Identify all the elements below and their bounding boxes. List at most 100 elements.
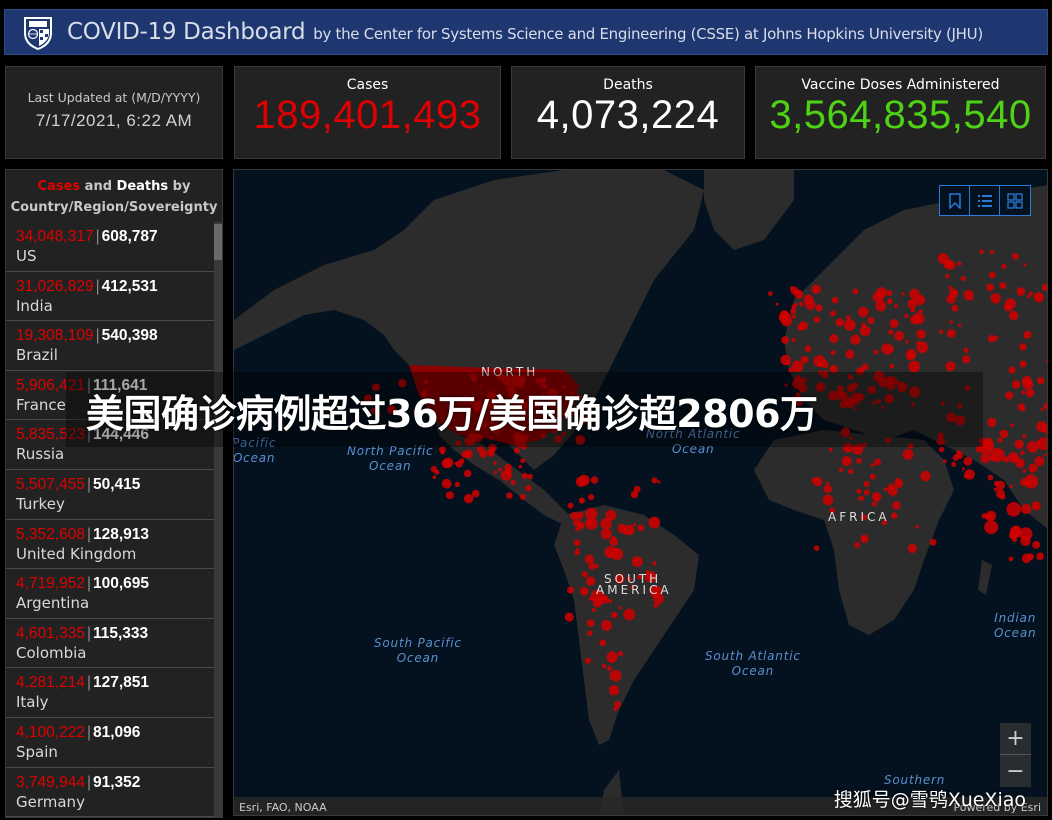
case-dot[interactable] bbox=[519, 493, 526, 500]
country-row[interactable]: 4,100,222 | 81,096 Spain bbox=[6, 718, 214, 768]
case-dot[interactable] bbox=[1034, 456, 1045, 467]
case-dot[interactable] bbox=[889, 319, 899, 328]
case-dot[interactable] bbox=[881, 343, 893, 355]
case-dot[interactable] bbox=[953, 290, 958, 296]
country-row[interactable]: 4,601,335 | 115,333 Colombia bbox=[6, 619, 214, 669]
case-dot[interactable] bbox=[637, 524, 645, 532]
case-dot[interactable] bbox=[873, 349, 879, 355]
case-dot[interactable] bbox=[891, 512, 898, 519]
case-dot[interactable] bbox=[830, 350, 836, 356]
case-dot[interactable] bbox=[960, 275, 966, 282]
case-dot[interactable] bbox=[1016, 287, 1026, 296]
case-dot[interactable] bbox=[988, 271, 996, 279]
case-dot[interactable] bbox=[813, 355, 826, 368]
case-dot[interactable] bbox=[586, 619, 595, 627]
case-dot[interactable] bbox=[856, 488, 862, 494]
case-dot[interactable] bbox=[440, 450, 445, 455]
case-dot[interactable] bbox=[608, 599, 613, 604]
case-dot[interactable] bbox=[578, 497, 585, 504]
case-dot[interactable] bbox=[445, 491, 454, 500]
case-dot[interactable] bbox=[829, 334, 839, 343]
case-dot[interactable] bbox=[521, 472, 528, 480]
case-dot[interactable] bbox=[822, 494, 834, 506]
case-dot[interactable] bbox=[958, 323, 962, 327]
case-dot[interactable] bbox=[800, 355, 809, 364]
case-dot[interactable] bbox=[909, 288, 920, 300]
country-row[interactable]: 4,281,214 | 127,851 Italy bbox=[6, 668, 214, 718]
case-dot[interactable] bbox=[845, 315, 851, 321]
case-dot[interactable] bbox=[854, 541, 861, 548]
case-dot[interactable] bbox=[999, 282, 1007, 290]
case-dot[interactable] bbox=[826, 481, 830, 485]
country-row[interactable]: 3,749,944 | 91,352 Germany bbox=[6, 768, 214, 817]
case-dot[interactable] bbox=[1005, 391, 1014, 400]
case-dot[interactable] bbox=[951, 461, 957, 467]
country-row[interactable]: 5,352,608 | 128,913 United Kingdom bbox=[6, 520, 214, 570]
case-dot[interactable] bbox=[886, 290, 893, 296]
case-dot[interactable] bbox=[1037, 293, 1043, 300]
case-dot[interactable] bbox=[1026, 441, 1039, 453]
case-dot[interactable] bbox=[949, 320, 953, 324]
case-dot[interactable] bbox=[601, 663, 607, 669]
case-dot[interactable] bbox=[830, 310, 836, 317]
case-dot[interactable] bbox=[790, 308, 796, 315]
case-dot[interactable] bbox=[1023, 263, 1027, 267]
case-dot[interactable] bbox=[514, 447, 520, 454]
case-dot[interactable] bbox=[883, 487, 888, 492]
case-dot[interactable] bbox=[590, 476, 599, 484]
case-dot[interactable] bbox=[1022, 434, 1027, 439]
case-dot[interactable] bbox=[993, 487, 998, 492]
case-dot[interactable] bbox=[823, 484, 832, 493]
case-dot[interactable] bbox=[1021, 375, 1032, 387]
case-dot[interactable] bbox=[575, 511, 584, 520]
case-dot[interactable] bbox=[1011, 380, 1021, 389]
case-dot[interactable] bbox=[1025, 388, 1035, 398]
zoom-in-button[interactable]: + bbox=[1000, 723, 1031, 755]
case-dot[interactable] bbox=[1008, 366, 1016, 374]
case-dot[interactable] bbox=[999, 493, 1006, 500]
case-dot[interactable] bbox=[905, 349, 917, 360]
zoom-out-button[interactable]: − bbox=[1000, 755, 1031, 787]
case-dot[interactable] bbox=[575, 476, 587, 487]
case-dot[interactable] bbox=[887, 298, 893, 305]
case-dot[interactable] bbox=[838, 467, 844, 473]
case-dot[interactable] bbox=[652, 561, 657, 566]
case-dot[interactable] bbox=[781, 315, 792, 327]
case-dot[interactable] bbox=[463, 469, 472, 478]
case-dot[interactable] bbox=[987, 474, 994, 481]
case-dot[interactable] bbox=[962, 467, 965, 471]
case-dot[interactable] bbox=[957, 261, 962, 267]
case-dot[interactable] bbox=[651, 477, 658, 484]
legend-button[interactable] bbox=[970, 186, 1000, 215]
case-dot[interactable] bbox=[907, 543, 917, 554]
case-dot[interactable] bbox=[775, 302, 779, 306]
case-dot[interactable] bbox=[609, 537, 618, 547]
case-dot[interactable] bbox=[835, 318, 844, 327]
case-dot[interactable] bbox=[607, 666, 612, 672]
case-dot[interactable] bbox=[848, 468, 854, 474]
case-dot[interactable] bbox=[867, 317, 875, 324]
case-dot[interactable] bbox=[831, 296, 839, 304]
case-dot[interactable] bbox=[871, 501, 877, 507]
case-dot[interactable] bbox=[951, 304, 959, 312]
case-dot[interactable] bbox=[894, 304, 898, 309]
case-dot[interactable] bbox=[599, 639, 607, 647]
case-dot[interactable] bbox=[1020, 503, 1032, 515]
country-row[interactable]: 5,507,455 | 50,415 Turkey bbox=[6, 470, 214, 520]
case-dot[interactable] bbox=[987, 417, 997, 428]
case-dot[interactable] bbox=[929, 538, 937, 546]
case-dot[interactable] bbox=[915, 524, 920, 529]
case-dot[interactable] bbox=[653, 602, 659, 608]
case-dot[interactable] bbox=[945, 274, 950, 279]
case-dot[interactable] bbox=[874, 497, 879, 502]
case-dot[interactable] bbox=[1023, 330, 1032, 339]
country-row[interactable]: 19,308,109 | 540,398 Brazil bbox=[6, 321, 214, 371]
case-dot[interactable] bbox=[575, 547, 579, 551]
case-dot[interactable] bbox=[454, 461, 458, 465]
case-dot[interactable] bbox=[567, 502, 574, 509]
case-dot[interactable] bbox=[939, 329, 944, 334]
case-dot[interactable] bbox=[789, 286, 794, 290]
case-dot[interactable] bbox=[609, 669, 622, 682]
case-dot[interactable] bbox=[441, 478, 452, 489]
case-dot[interactable] bbox=[813, 316, 820, 323]
